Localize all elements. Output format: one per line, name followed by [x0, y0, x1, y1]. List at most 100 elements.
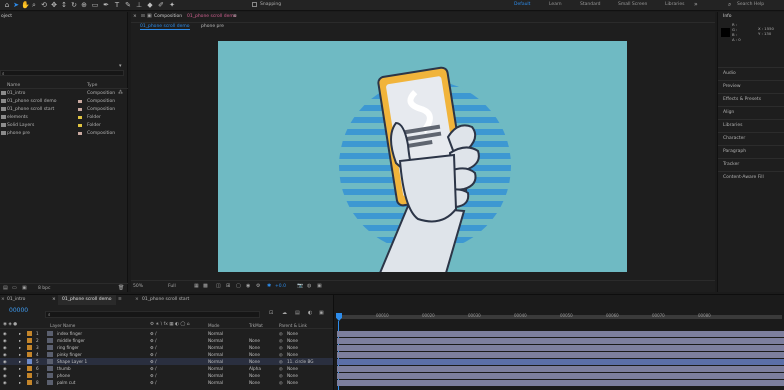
expand-icon[interactable]: ▸ — [19, 365, 21, 372]
project-item[interactable]: Solid Layers Folder — [0, 122, 128, 129]
label-color[interactable] — [27, 366, 32, 371]
panel-preview[interactable]: Preview — [723, 84, 741, 89]
trkmat-select[interactable]: None — [249, 358, 260, 365]
switches-icon[interactable]: ⚙ / — [150, 337, 157, 344]
pickwhip-icon[interactable]: ◎ — [279, 344, 283, 351]
new-composition-icon[interactable]: ▣ — [22, 285, 27, 291]
workspace-default[interactable]: Default — [514, 2, 530, 7]
panel-libraries[interactable]: Libraries — [723, 123, 742, 128]
mode-select[interactable]: Normal — [208, 358, 223, 365]
layer-row[interactable]: ◉ ▸ 8 palm cut ⚙ / Normal None ◎ None — [0, 379, 333, 386]
switches-icon[interactable]: ⚙ / — [150, 330, 157, 337]
project-item[interactable]: phone pre Composition — [0, 130, 128, 137]
project-item[interactable]: 01_phone scroll start Composition — [0, 106, 128, 113]
timeline-tab-active[interactable]: 01_phone scroll demo — [62, 297, 112, 302]
orbit-tool-icon[interactable]: ⟲ — [40, 1, 48, 9]
shy-icon[interactable]: ☁ — [282, 310, 287, 316]
layer-duration-bar[interactable] — [337, 352, 784, 358]
close-icon[interactable]: × — [1, 297, 5, 302]
type-column-header[interactable]: Type — [87, 83, 97, 88]
guides-icon[interactable]: ⊞ — [226, 283, 230, 289]
label-color[interactable] — [27, 331, 32, 336]
graph-editor-icon[interactable]: ▣ — [319, 310, 324, 316]
parent-link-header[interactable]: Parent & Link — [279, 323, 307, 328]
dolly-tool-icon[interactable]: ↕ — [60, 1, 68, 9]
viewer-tab-active[interactable]: 01_phone scroll demo — [140, 24, 190, 30]
workspace-small-screen[interactable]: Small Screen — [618, 2, 647, 7]
label-color[interactable] — [27, 345, 32, 350]
parent-select[interactable]: None — [287, 330, 298, 337]
3d-view-icon[interactable]: ▢ — [236, 283, 241, 289]
expand-icon[interactable]: ▸ — [19, 372, 21, 379]
panel-character[interactable]: Character — [723, 136, 745, 141]
pickwhip-icon[interactable]: ◎ — [279, 358, 283, 365]
roto-brush-icon[interactable]: ✐ — [157, 1, 165, 9]
type-tool-icon[interactable]: T — [113, 1, 121, 9]
expand-icon[interactable]: ▸ — [19, 344, 21, 351]
switches-icon[interactable]: ⚙ / — [150, 344, 157, 351]
motion-blur-icon[interactable]: ◐ — [308, 310, 312, 316]
layer-search-input[interactable]: ⌕ — [45, 311, 260, 318]
eye-icon[interactable]: ◉ — [3, 344, 7, 351]
eye-icon[interactable]: ◉ — [3, 379, 7, 386]
trkmat-header[interactable]: TrkMat — [249, 323, 263, 328]
panel-audio[interactable]: Audio — [723, 71, 736, 76]
layer-duration-bar[interactable] — [337, 359, 784, 365]
trkmat-select[interactable]: None — [249, 372, 260, 379]
parent-select[interactable]: None — [287, 344, 298, 351]
expand-icon[interactable]: ▸ — [19, 379, 21, 386]
clone-stamp-icon[interactable]: ⊥ — [135, 1, 143, 9]
composition-canvas[interactable] — [218, 41, 627, 272]
layer-name[interactable]: middle finger — [57, 337, 85, 344]
expand-icon[interactable]: ▾ — [119, 63, 122, 69]
eye-icon[interactable]: ◉ — [3, 365, 7, 372]
brush-tool-icon[interactable]: ✎ — [124, 1, 132, 9]
hand-tool-icon[interactable]: ✋ — [21, 1, 30, 9]
workspace-standard[interactable]: Standard — [580, 2, 600, 7]
layer-name-header[interactable]: Layer Name — [50, 323, 75, 328]
layer-name[interactable]: palm cut — [57, 379, 75, 386]
menu-icon[interactable]: ≡ — [118, 297, 122, 302]
trkmat-select[interactable]: Alpha — [249, 365, 261, 372]
viewer-tab[interactable]: phone pre — [201, 24, 224, 29]
close-icon[interactable]: × — [135, 297, 139, 302]
mode-header[interactable]: Mode — [208, 323, 219, 328]
pickwhip-icon[interactable]: ◎ — [279, 337, 283, 344]
parent-select[interactable]: None — [287, 337, 298, 344]
eye-icon[interactable]: ◉ — [3, 330, 7, 337]
home-icon[interactable]: ⌂ — [3, 1, 11, 9]
project-search-input[interactable]: ⌕ — [0, 70, 124, 77]
zoom-select[interactable]: 50% — [133, 284, 143, 289]
snapping-checkbox[interactable] — [252, 2, 257, 7]
eye-icon[interactable]: ◉ — [3, 358, 7, 365]
switches-icon[interactable]: ⚙ / — [150, 365, 157, 372]
layer-row[interactable]: ◉ ▸ 3 ring finger ⚙ / Normal None ◎ None — [0, 344, 333, 351]
parent-select[interactable]: None — [287, 351, 298, 358]
name-column-header[interactable]: Name — [7, 83, 20, 88]
anchor-tool-icon[interactable]: ⊕ — [80, 1, 88, 9]
switches-icon[interactable]: ⚙ / — [150, 351, 157, 358]
trash-icon[interactable]: 🗑 — [118, 285, 124, 291]
mode-select[interactable]: Normal — [208, 344, 223, 351]
interpret-footage-icon[interactable]: ▤ — [3, 285, 8, 291]
pickwhip-icon[interactable]: ◎ — [279, 365, 283, 372]
layer-name[interactable]: index finger — [57, 330, 82, 337]
switches-icon[interactable]: ⚙ / — [150, 372, 157, 379]
selection-tool-icon[interactable]: ➤ — [12, 1, 20, 9]
rotate-tool-icon[interactable]: ↻ — [70, 1, 78, 9]
playhead-handle[interactable] — [336, 313, 342, 321]
channel-icon[interactable]: ◉ — [246, 283, 250, 289]
timeline-tab[interactable]: 01_intro — [7, 297, 25, 302]
mode-select[interactable]: Normal — [208, 372, 223, 379]
eye-icon[interactable]: ◉ — [3, 351, 7, 358]
trkmat-select[interactable]: None — [249, 351, 260, 358]
close-icon[interactable]: × — [133, 14, 137, 19]
draft-3d-icon[interactable]: ⊡ — [269, 310, 273, 316]
project-item[interactable]: 01_phone scroll demo Composition — [0, 98, 128, 105]
expand-icon[interactable]: ▸ — [19, 330, 21, 337]
layer-name[interactable]: pinky finger — [57, 351, 82, 358]
trkmat-select[interactable]: None — [249, 344, 260, 351]
layer-row[interactable]: ◉ ▸ 7 phone ⚙ / Normal None ◎ None — [0, 372, 333, 379]
resolution-select[interactable]: Full — [168, 284, 176, 289]
color-icon[interactable]: ▣ — [317, 283, 322, 289]
